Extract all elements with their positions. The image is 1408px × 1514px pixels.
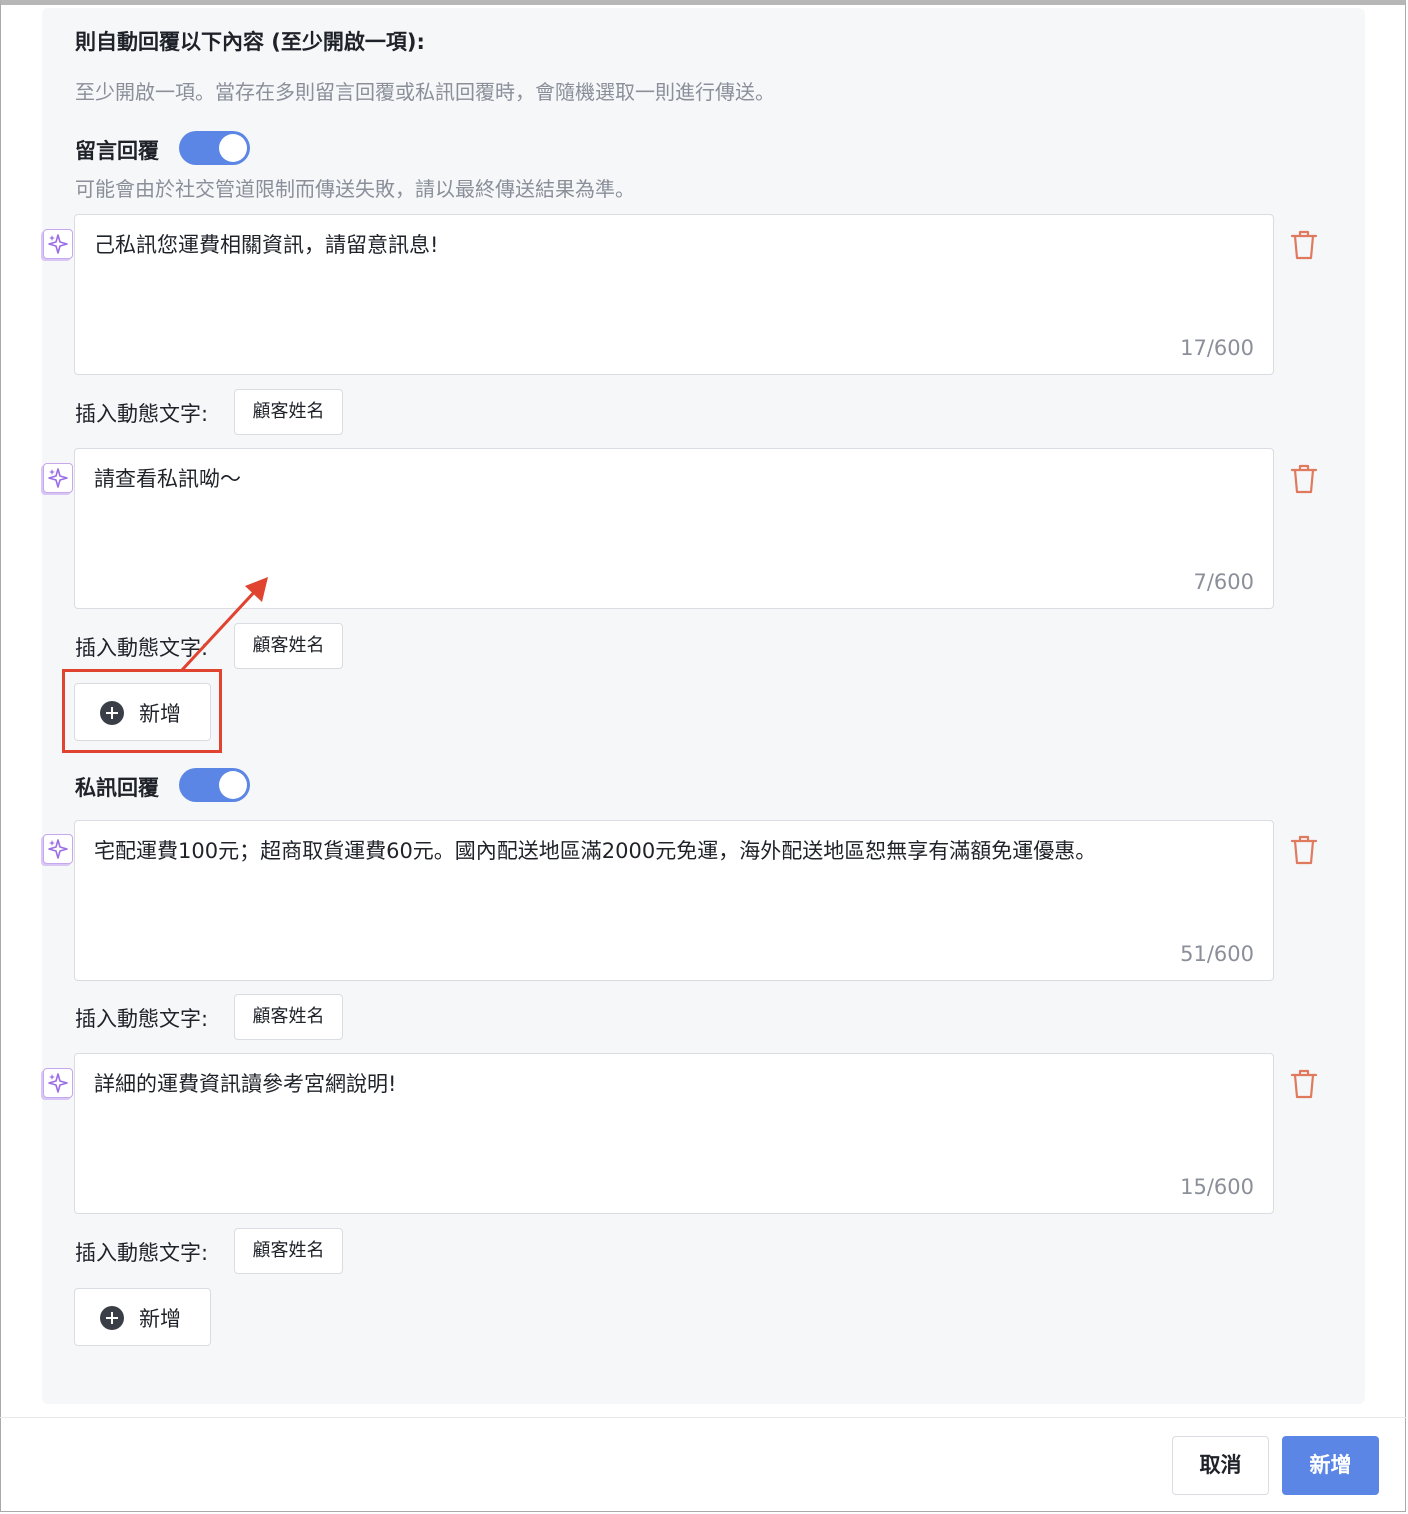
trash-icon[interactable] [1289, 1068, 1319, 1100]
customer-name-tag-button[interactable]: 顧客姓名 [234, 1228, 343, 1274]
dm-message-1-counter: 51/600 [1180, 942, 1254, 966]
annotation-arrow [180, 577, 268, 672]
trash-icon[interactable] [1289, 229, 1319, 261]
comment-message-2-text: 請查看私訊呦～ [94, 467, 241, 491]
comment-message-2-counter: 7/600 [1193, 570, 1254, 594]
trash-icon[interactable] [1289, 463, 1319, 495]
comment-message-1-text: 己私訊您運費相關資訊，請留意訊息! [94, 233, 439, 257]
comment-reply-toggle[interactable] [179, 131, 250, 165]
dm-message-2-text: 詳細的運費資訊讀參考宮網說明! [94, 1072, 397, 1096]
ai-sparkle-icon[interactable] [43, 834, 73, 864]
insert-dynamic-label: 插入動態文字: [75, 402, 209, 426]
insert-dynamic-label: 插入動態文字: [75, 1241, 209, 1265]
customer-name-tag-button[interactable]: 顧客姓名 [234, 994, 343, 1040]
comment-reply-label: 留言回覆 [75, 139, 159, 163]
ai-sparkle-icon[interactable] [43, 229, 73, 259]
add-button-label: 新增 [139, 1307, 181, 1331]
cancel-button[interactable]: 取消 [1172, 1436, 1269, 1495]
dm-message-1-textarea[interactable]: 宅配運費100元；超商取貨運費60元。國內配送地區滿2000元免運，海外配送地區… [74, 820, 1274, 981]
comment-message-1-textarea[interactable]: 己私訊您運費相關資訊，請留意訊息! 17/600 [74, 214, 1274, 375]
insert-dynamic-label: 插入動態文字: [75, 1007, 209, 1031]
comment-reply-hint: 可能會由於社交管道限制而傳送失敗，請以最終傳送結果為準。 [75, 177, 635, 201]
section-heading: 則自動回覆以下內容 (至少開啟一項): [75, 30, 425, 54]
plus-circle-icon [100, 1306, 124, 1330]
add-dm-reply-button[interactable]: 新增 [74, 1288, 211, 1346]
footer-divider [0, 1417, 1406, 1418]
dm-reply-label: 私訊回覆 [75, 776, 159, 800]
dm-message-2-counter: 15/600 [1180, 1175, 1254, 1199]
dm-message-1-text: 宅配運費100元；超商取貨運費60元。國內配送地區滿2000元免運，海外配送地區… [94, 839, 1097, 863]
annotation-highlight-box [62, 669, 222, 753]
comment-message-1-counter: 17/600 [1180, 336, 1254, 360]
submit-button[interactable]: 新增 [1282, 1436, 1379, 1495]
ai-sparkle-icon[interactable] [43, 1068, 73, 1098]
trash-icon[interactable] [1289, 834, 1319, 866]
toggle-knob [219, 771, 247, 799]
dm-message-2-textarea[interactable]: 詳細的運費資訊讀參考宮網說明! 15/600 [74, 1053, 1274, 1214]
section-hint: 至少開啟一項。當存在多則留言回覆或私訊回覆時，會隨機選取一則進行傳送。 [75, 80, 775, 104]
ai-sparkle-icon[interactable] [43, 463, 73, 493]
customer-name-tag-button[interactable]: 顧客姓名 [234, 389, 343, 435]
toggle-knob [219, 134, 247, 162]
dm-reply-toggle[interactable] [179, 768, 250, 802]
